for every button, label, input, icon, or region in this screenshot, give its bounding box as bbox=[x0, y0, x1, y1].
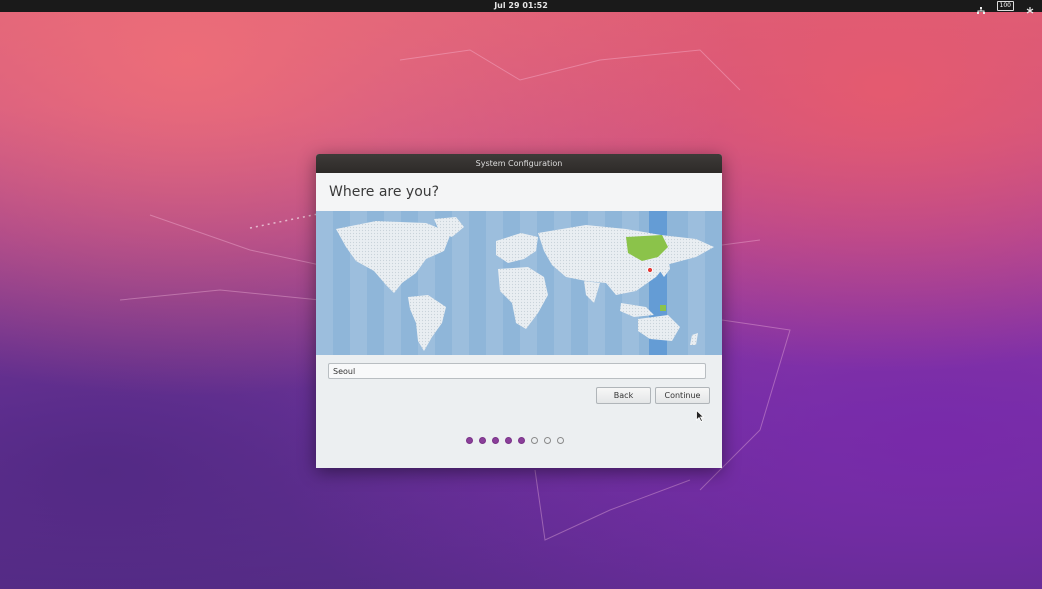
dialog-content: Back Continue bbox=[316, 355, 722, 468]
progress-dot bbox=[518, 437, 525, 444]
back-button[interactable]: Back bbox=[596, 387, 651, 404]
mouse-cursor-icon bbox=[696, 410, 704, 422]
timezone-input[interactable] bbox=[328, 363, 706, 379]
progress-dot bbox=[479, 437, 486, 444]
clock[interactable]: Jul 29 01:52 bbox=[0, 0, 1042, 12]
system-configuration-dialog: System Configuration Where are you? Seou… bbox=[316, 154, 722, 468]
progress-dots bbox=[466, 437, 564, 444]
progress-dot bbox=[544, 437, 551, 444]
battery-icon[interactable]: 100 bbox=[996, 1, 1014, 11]
location-marker-icon bbox=[647, 267, 653, 273]
continue-button[interactable]: Continue bbox=[655, 387, 710, 404]
progress-dot bbox=[466, 437, 473, 444]
dialog-header: Where are you? bbox=[316, 173, 722, 212]
power-icon[interactable] bbox=[1024, 1, 1036, 14]
window-title[interactable]: System Configuration bbox=[316, 154, 722, 173]
page-title: Where are you? bbox=[329, 184, 440, 200]
progress-dot bbox=[492, 437, 499, 444]
progress-dot bbox=[557, 437, 564, 444]
system-tray[interactable]: 100 bbox=[975, 1, 1036, 14]
progress-dot bbox=[531, 437, 538, 444]
timezone-map[interactable] bbox=[316, 211, 722, 355]
top-panel: Jul 29 01:52 100 bbox=[0, 0, 1042, 14]
network-icon[interactable] bbox=[975, 1, 987, 14]
progress-dot bbox=[505, 437, 512, 444]
